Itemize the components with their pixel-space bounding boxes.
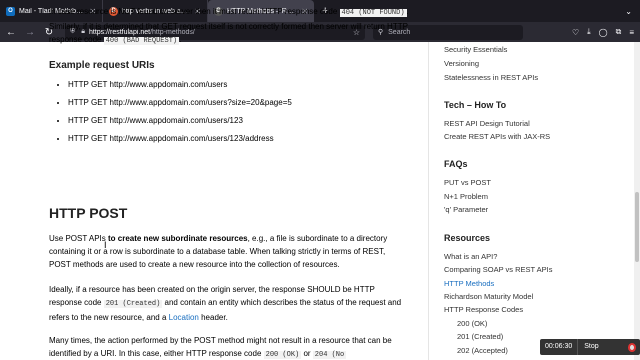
post-paragraph-3: Many times, the action performed by the … [49, 334, 409, 360]
pocket-icon[interactable]: ♡ [572, 28, 579, 37]
sidebar-item-200[interactable]: 200 (OK) [457, 319, 487, 328]
sidebar-item-design-tutorial[interactable]: REST API Design Tutorial [444, 119, 530, 128]
sidebar-item-versioning[interactable]: Versioning [444, 59, 479, 68]
toolbar-icons: ♡ ⤓ ◯ ⧉ ≡ [564, 27, 640, 37]
paragraph-strong: to create new subordinate resources [107, 234, 248, 243]
post-paragraph-1: Use POST APIs to create new subordinate … [49, 232, 409, 271]
forward-arrow-icon[interactable]: → [22, 27, 38, 38]
paragraph-text: Use POST APIs [49, 234, 108, 243]
sidebar-item-statelessness[interactable]: Statelessness in REST APIs [444, 73, 538, 82]
code-400: 400 (BAD REQUEST) [103, 37, 180, 45]
http-post-heading: HTTP POST [49, 205, 128, 221]
list-item: HTTP GET http://www.appdomain.com/users/… [68, 114, 292, 132]
sidebar-item-q-parameter[interactable]: 'q' Parameter [444, 205, 488, 214]
example-uri-list: HTTP GET http://www.appdomain.com/users … [68, 78, 292, 150]
example-uris-heading: Example request URIs [49, 60, 155, 71]
faq-heading: FAQs [444, 159, 468, 169]
downloads-icon[interactable]: ⤓ [587, 27, 591, 37]
sidebar-item-put-vs-post[interactable]: PUT vs POST [444, 178, 491, 187]
tech-heading: Tech – How To [444, 100, 507, 110]
scrollbar-thumb[interactable] [635, 192, 639, 262]
sidebar-item-201[interactable]: 201 (Created) [457, 332, 503, 341]
sidebar-item-http-methods[interactable]: HTTP Methods [444, 279, 494, 288]
list-item: HTTP GET http://www.appdomain.com/users [68, 78, 292, 96]
recording-widget: 00:06:30 Stop recording [540, 339, 640, 360]
menu-icon[interactable]: ≡ [629, 28, 634, 37]
sidebar-item-what-is-api[interactable]: What is an API? [444, 252, 497, 261]
sidebar-item-n-plus-1[interactable]: N+1 Problem [444, 192, 488, 201]
extensions-icon[interactable]: ⧉ [616, 27, 622, 37]
text-cursor-icon: I [104, 240, 107, 250]
intro-paragraph: In case resource is NOT found on server … [49, 5, 411, 48]
back-arrow-icon[interactable]: ← [3, 27, 19, 38]
resources-heading: Resources [444, 233, 491, 243]
intro-text: . [179, 35, 182, 44]
sidebar-item-202[interactable]: 202 (Accepted) [457, 346, 508, 355]
outlook-icon: O [6, 6, 15, 16]
paragraph-text: header. [198, 313, 228, 322]
stop-recording-button[interactable]: Stop recording [578, 339, 628, 360]
list-tabs-button[interactable]: ⌄ [625, 7, 640, 16]
list-item: HTTP GET http://www.appdomain.com/users?… [68, 96, 292, 114]
post-paragraph-2: Ideally, if a resource has been created … [49, 283, 409, 324]
location-link[interactable]: Location [169, 313, 199, 322]
sidebar: Security Essentials Versioning Stateless… [428, 42, 640, 360]
sidebar-item-response-codes[interactable]: HTTP Response Codes [444, 305, 523, 314]
record-indicator-icon[interactable] [627, 342, 636, 352]
code-201: 201 (Created) [103, 300, 163, 308]
sidebar-item-jax-rs[interactable]: Create REST APIs with JAX-RS [444, 132, 550, 141]
list-item: HTTP GET http://www.appdomain.com/users/… [68, 132, 292, 150]
recording-timer: 00:06:30 [540, 339, 579, 355]
sidebar-item-soap-vs-rest[interactable]: Comparing SOAP vs REST APIs [444, 265, 553, 274]
code-404: 404 (NOT FOUND) [339, 9, 407, 17]
intro-text: In case resource is NOT found on server … [49, 7, 340, 16]
sidebar-item-richardson[interactable]: Richardson Maturity Model [444, 292, 533, 301]
code-204: 204 (No [312, 351, 347, 359]
code-200: 200 (OK) [263, 351, 302, 359]
account-icon[interactable]: ◯ [599, 28, 608, 37]
page-scrollbar[interactable] [634, 42, 640, 360]
paragraph-text: or [301, 349, 313, 358]
sidebar-item-security[interactable]: Security Essentials [444, 45, 507, 54]
